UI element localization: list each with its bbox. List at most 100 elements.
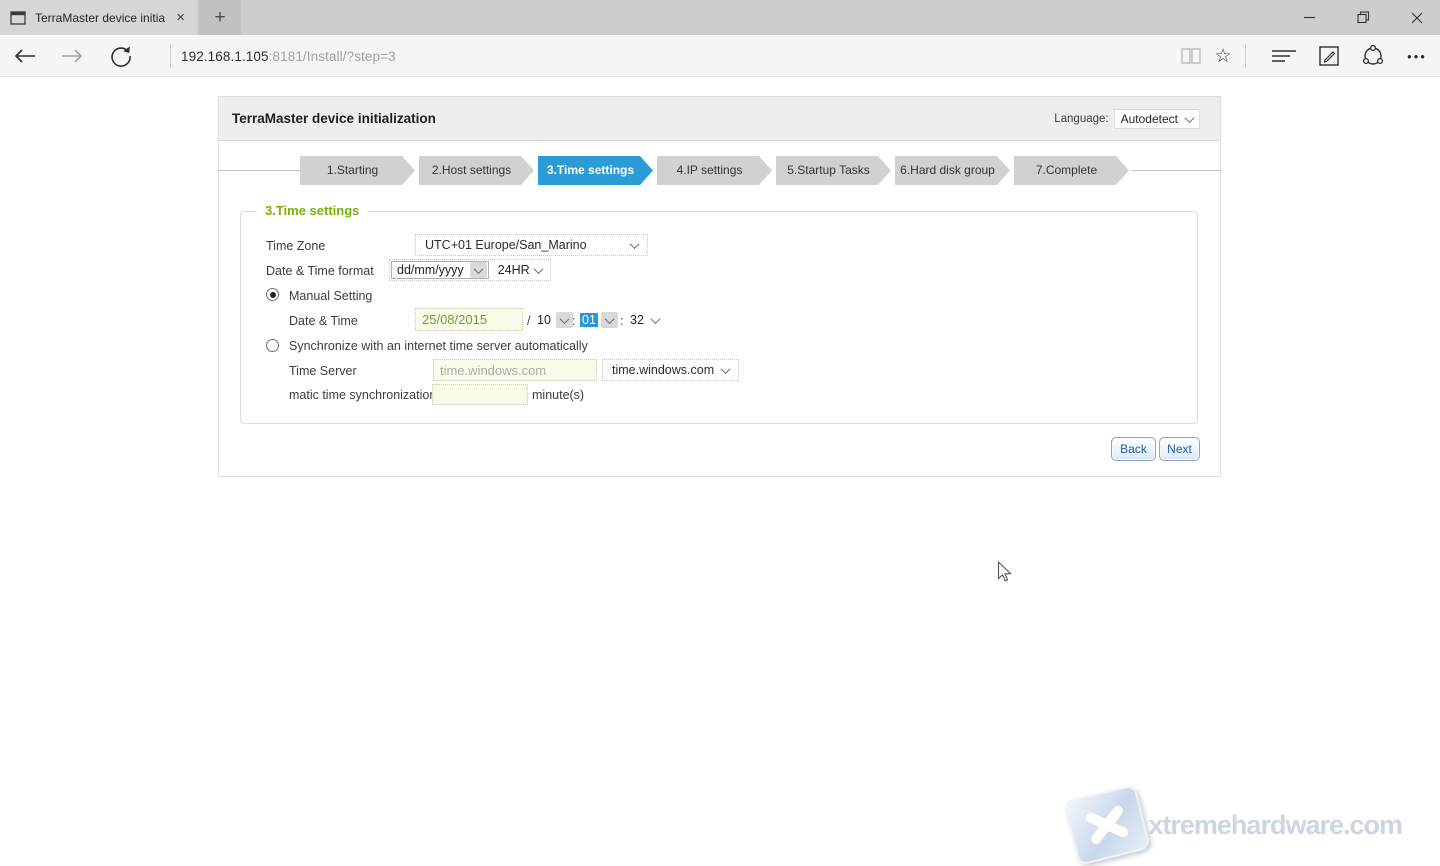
chevron-down-icon <box>473 264 483 274</box>
mouse-cursor <box>997 561 1012 583</box>
autosync-label: matic time synchronization: <box>289 388 440 402</box>
toolbar-divider <box>1245 44 1246 68</box>
back-button[interactable] <box>10 35 40 77</box>
chevron-down-icon <box>721 364 731 374</box>
minute-value: 01 <box>580 313 598 327</box>
chevron-down-icon <box>1185 113 1195 123</box>
date-format-value: dd/mm/yyyy <box>392 263 469 277</box>
chevron-down-icon <box>650 314 660 324</box>
time-server-label: Time Server <box>289 364 357 378</box>
manual-setting-radio[interactable] <box>266 288 279 301</box>
cursor-arrow-icon <box>997 561 1012 583</box>
time-server-input[interactable] <box>433 359 597 381</box>
minute-select[interactable]: 01 <box>580 309 619 331</box>
time-server-select[interactable]: time.windows.com <box>602 359 739 381</box>
step-complete[interactable]: 7.Complete <box>1014 156 1129 185</box>
language-value: Autodetect <box>1121 112 1178 126</box>
datetime-label: Date & Time <box>289 314 358 328</box>
address-divider <box>170 44 171 68</box>
share-button[interactable] <box>1357 35 1389 77</box>
colon-separator: : <box>572 314 575 328</box>
step-ip-settings[interactable]: 4.IP settings <box>657 156 772 185</box>
watermark: xtremehardware.com <box>1070 792 1402 858</box>
time-zone-select[interactable]: UTC+01 Europe/San_Marino <box>415 234 648 256</box>
language-label: Language: <box>1054 113 1108 125</box>
hour-select[interactable]: 10 <box>535 309 574 331</box>
format-group: dd/mm/yyyy 24HR <box>389 259 551 281</box>
web-note-icon <box>1319 46 1339 66</box>
star-icon: ☆ <box>1214 45 1231 68</box>
tab-title: TerraMaster device initia <box>35 11 172 25</box>
time-server-value: time.windows.com <box>612 363 714 377</box>
manual-setting-label[interactable]: Manual Setting <box>289 289 372 303</box>
step-starting[interactable]: 1.Starting <box>300 156 415 185</box>
address-bar[interactable]: 192.168.1.105:8181/Install/?step=3 ☆ <box>0 35 1440 77</box>
favorites-button[interactable]: ☆ <box>1208 35 1238 77</box>
hub-button[interactable] <box>1268 35 1300 77</box>
time-settings-fieldset: 3.Time settings Time Zone UTC+01 Europe/… <box>240 211 1198 424</box>
slash-separator: / <box>527 314 530 328</box>
more-options-button[interactable]: ••• <box>1400 35 1434 77</box>
window-restore-button[interactable] <box>1340 0 1386 35</box>
sync-radio[interactable] <box>266 339 279 352</box>
step-connector-left <box>219 170 300 171</box>
window-close-button[interactable] <box>1394 0 1440 35</box>
autosync-interval-input[interactable] <box>432 384 528 405</box>
autosync-suffix: minute(s) <box>532 388 584 402</box>
hour-value: 10 <box>535 313 553 327</box>
refresh-button[interactable] <box>106 35 136 77</box>
page-icon <box>10 11 26 25</box>
minimize-icon <box>1304 12 1315 23</box>
chevron-down-icon <box>533 264 543 274</box>
url-rest: :8181/Install/?step=3 <box>269 49 396 64</box>
date-format-select[interactable]: dd/mm/yyyy <box>391 261 489 279</box>
language-select[interactable]: Autodetect <box>1114 109 1200 129</box>
browser-tab[interactable]: TerraMaster device initia × <box>0 0 197 35</box>
format-label: Date & Time format <box>266 264 374 278</box>
next-button[interactable]: Next <box>1159 437 1200 461</box>
tab-close-icon[interactable]: × <box>172 9 189 26</box>
step-hard-disk-group[interactable]: 6.Hard disk group <box>895 156 1010 185</box>
more-icon: ••• <box>1407 49 1427 64</box>
url-text[interactable]: 192.168.1.105:8181/Install/?step=3 <box>181 35 396 77</box>
sync-label[interactable]: Synchronize with an internet time server… <box>289 339 588 353</box>
watermark-x-icon <box>1063 784 1151 866</box>
step-startup-tasks[interactable]: 5.Startup Tasks <box>776 156 891 185</box>
chevron-down-icon <box>630 239 640 249</box>
hub-icon <box>1271 49 1297 63</box>
restore-icon <box>1357 11 1370 24</box>
window-minimize-button[interactable] <box>1286 0 1332 35</box>
time-zone-value: UTC+01 Europe/San_Marino <box>425 238 587 252</box>
time-zone-label: Time Zone <box>266 239 325 253</box>
forward-button[interactable] <box>57 35 87 77</box>
date-input[interactable] <box>415 308 523 331</box>
web-note-button[interactable] <box>1313 35 1345 77</box>
close-icon <box>1411 12 1423 24</box>
panel-header: TerraMaster device initialization Langua… <box>219 97 1220 141</box>
colon-separator: : <box>620 314 623 328</box>
step-time-settings[interactable]: 3.Time settings <box>538 156 653 185</box>
reading-view-button[interactable] <box>1176 35 1206 77</box>
select-arrow-button[interactable] <box>556 312 573 328</box>
chevron-down-icon <box>604 314 614 324</box>
second-value: 32 <box>628 313 646 327</box>
hour-format-select[interactable]: 24HR <box>498 263 542 277</box>
watermark-text: xtremehardware.com <box>1148 810 1402 841</box>
refresh-icon <box>109 44 133 68</box>
url-host: 192.168.1.105 <box>181 49 269 64</box>
new-tab-button[interactable]: + <box>199 0 241 35</box>
second-select[interactable]: 32 <box>628 309 659 331</box>
select-arrow-button[interactable] <box>601 312 618 328</box>
fieldset-legend: 3.Time settings <box>257 203 367 218</box>
back-button[interactable]: Back <box>1111 437 1156 461</box>
step-connector-right <box>1132 170 1221 171</box>
hour-format-value: 24HR <box>498 263 530 277</box>
browser-titlebar: TerraMaster device initia × + <box>0 0 1440 35</box>
step-host-settings[interactable]: 2.Host settings <box>419 156 534 185</box>
select-arrow-button[interactable] <box>470 262 487 278</box>
forward-arrow-icon <box>61 49 83 63</box>
back-arrow-icon <box>14 49 36 63</box>
chevron-down-icon <box>559 314 569 324</box>
share-icon <box>1362 45 1384 67</box>
reading-view-icon <box>1181 48 1201 64</box>
